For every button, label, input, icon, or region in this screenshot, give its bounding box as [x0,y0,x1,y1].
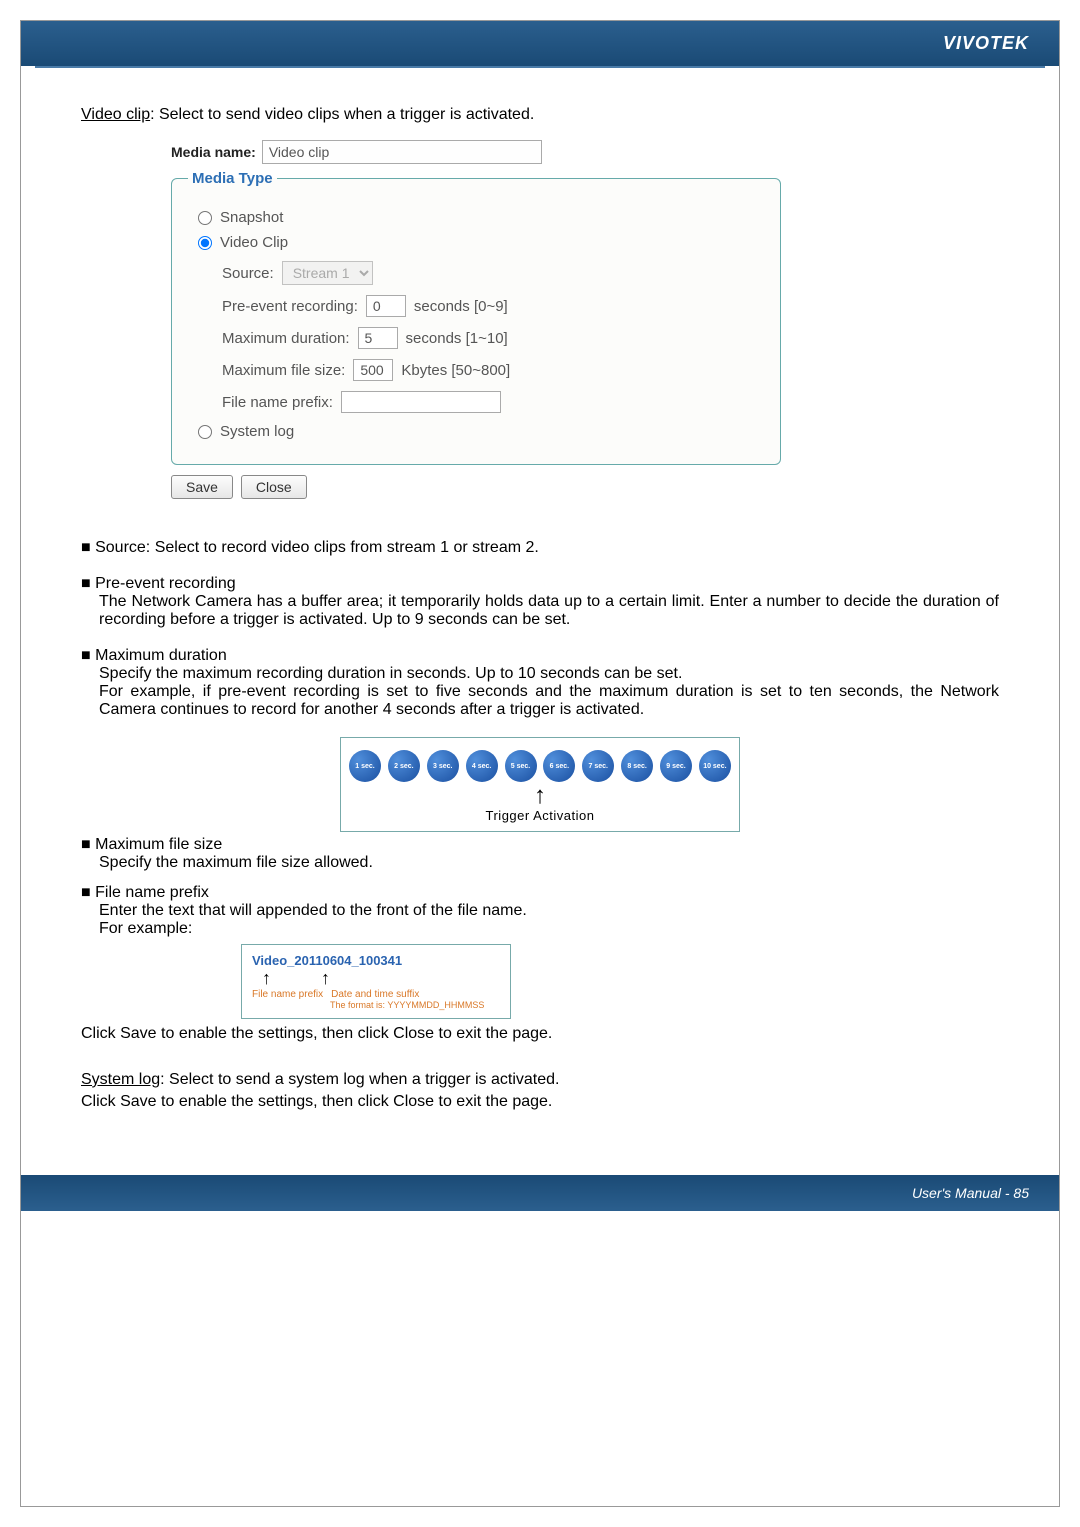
radio-videoclip-label: Video Clip [220,234,288,251]
timeline-dot: 1 sec. [349,750,381,782]
example-label-suffix: Date and time suffix [331,989,419,1000]
radio-snapshot-label: Snapshot [220,209,283,226]
footer-text: User's Manual - 85 [912,1185,1029,1201]
syslog-rest: : Select to send a system log when a tri… [160,1071,559,1088]
source-select[interactable]: Stream 1 [282,261,373,285]
bullet-preevent-desc: The Network Camera has a buffer area; it… [99,593,999,629]
timeline-dot: 4 sec. [466,750,498,782]
timeline-dot: 9 sec. [660,750,692,782]
timeline-dots: 1 sec. 2 sec. 3 sec. 4 sec. 5 sec. 6 sec… [349,750,731,782]
media-name-label: Media name: [171,144,256,160]
maxdur-input[interactable] [358,327,398,349]
header-underline [35,66,1045,68]
example-filename: Video_20110604_100341 [252,953,500,968]
maxdur-label: Maximum duration: [222,330,350,347]
maxsize-hint: Kbytes [50~800] [401,362,510,379]
bullet-maxdur-desc2: For example, if pre-event recording is s… [99,683,999,719]
preevent-label: Pre-event recording: [222,298,358,315]
bullet-prefix-desc1: Enter the text that will appended to the… [99,902,999,920]
arrow-up-icon: ↑ [321,968,330,989]
syslog-line2: Click Save to enable the settings, then … [81,1093,999,1111]
bullet-source: Source: Select to record video clips fro… [81,539,539,556]
prefix-input[interactable] [341,391,501,413]
radio-snapshot[interactable] [198,211,212,225]
timeline-dot: 6 sec. [543,750,575,782]
timeline-dot: 2 sec. [388,750,420,782]
after-example-para: Click Save to enable the settings, then … [81,1025,999,1043]
arrow-up-icon: ↑ [262,968,271,989]
maxdur-hint: seconds [1~10] [406,330,508,347]
timeline-box: 1 sec. 2 sec. 3 sec. 4 sec. 5 sec. 6 sec… [340,737,740,832]
example-format: The format is: YYYYMMDD_HHMMSS [330,1000,500,1010]
bullet-prefix-title: File name prefix [81,884,999,902]
example-box: Video_20110604_100341 ↑ ↑ File name pref… [241,944,511,1019]
timeline-dot: 5 sec. [505,750,537,782]
close-button[interactable]: Close [241,475,307,499]
brand-label: VIVOTEK [943,33,1029,53]
radio-videoclip[interactable] [198,236,212,250]
syslog-para: System log: Select to send a system log … [81,1071,999,1089]
media-type-fieldset: Media Type Snapshot Video Clip Source: S… [171,170,781,465]
radio-systemlog[interactable] [198,425,212,439]
page-footer: User's Manual - 85 [21,1175,1059,1211]
timeline-dot: 8 sec. [621,750,653,782]
bullet-preevent-title: Pre-event recording [81,575,999,593]
syslog-underline: System log [81,1071,160,1088]
lead-paragraph: Video clip: Select to send video clips w… [81,106,999,124]
example-label-prefix: File name prefix [252,989,323,1000]
maxsize-label: Maximum file size: [222,362,345,379]
maxsize-input[interactable] [353,359,393,381]
source-label: Source: [222,265,274,282]
preevent-hint: seconds [0~9] [414,298,508,315]
media-name-input[interactable] [262,140,542,164]
media-form-panel: Media name: Media Type Snapshot Video Cl… [171,140,781,499]
prefix-label: File name prefix: [222,394,333,411]
bullet-maxdur-desc1: Specify the maximum recording duration i… [99,665,999,683]
arrow-up-icon: ↑ [349,786,731,806]
media-type-legend: Media Type [188,170,277,187]
timeline-dot: 7 sec. [582,750,614,782]
radio-systemlog-label: System log [220,423,294,440]
lead-underline: Video clip [81,106,150,123]
bullet-maxsize-desc: Specify the maximum file size allowed. [99,854,999,872]
page-header: VIVOTEK [21,21,1059,66]
bullet-maxsize-title: Maximum file size [81,836,999,854]
bullet-maxdur-title: Maximum duration [81,647,999,665]
save-button[interactable]: Save [171,475,233,499]
timeline-dot: 3 sec. [427,750,459,782]
timeline-dot: 10 sec. [699,750,731,782]
preevent-input[interactable] [366,295,406,317]
bullet-prefix-desc2: For example: [99,920,999,938]
timeline-label: Trigger Activation [349,808,731,823]
lead-rest: : Select to send video clips when a trig… [150,106,534,123]
